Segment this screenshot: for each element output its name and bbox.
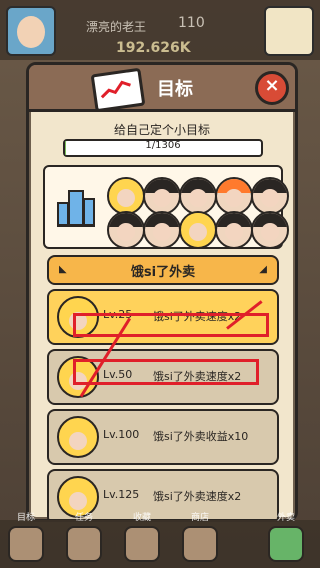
modal-title: 目标	[157, 79, 193, 100]
player-money: 192.626K	[116, 40, 191, 56]
player-name: 漂亮的老王	[86, 20, 147, 34]
nav-shop-icon[interactable]: 商店	[182, 513, 218, 562]
goal-description: 饿si了外卖收益x10	[153, 430, 249, 443]
nav-task-icon[interactable]: 任务	[66, 513, 102, 562]
nav-label: 任务	[74, 513, 93, 523]
nav-label: 外卖	[276, 513, 295, 523]
chart-board-icon	[90, 67, 146, 113]
goals-modal: 目标 × 给自己定个小目标 1/1306 ◣ 饿si了外卖 ◢ Lv.25 饿s…	[26, 62, 298, 522]
goal-progress-text: 1/1306	[145, 140, 181, 151]
category-right-marker: ◢	[259, 264, 267, 275]
characters-panel	[43, 165, 289, 249]
category-header: ◣ 饿si了外卖 ◢	[47, 255, 279, 285]
goal-progress: 1/1306	[63, 139, 263, 157]
bottom-nav: 目标 任务 收藏 商店 外卖	[0, 513, 320, 568]
nav-label: 商店	[190, 513, 209, 523]
character-avatar[interactable]	[215, 211, 253, 249]
close-button[interactable]: ×	[255, 71, 289, 105]
character-avatar[interactable]	[143, 177, 181, 215]
character-avatar[interactable]	[107, 177, 145, 215]
player-level: 110	[178, 15, 205, 31]
category-title: 饿si了外卖	[130, 265, 196, 280]
character-avatar[interactable]	[179, 177, 217, 215]
goal-level: Lv.100	[103, 428, 140, 441]
goal-item[interactable]: Lv.100 饿si了外卖收益x10	[47, 409, 279, 465]
nav-collection-icon[interactable]: 收藏	[124, 513, 160, 562]
character-avatar[interactable]	[251, 177, 289, 215]
modal-header: 目标 ×	[29, 65, 295, 113]
subtitle: 给自己定个小目标	[113, 123, 210, 137]
character-avatar[interactable]	[251, 211, 289, 249]
nav-target-icon[interactable]: 目标	[8, 513, 44, 562]
goal-description: 饿si了外卖速度x2	[153, 490, 242, 503]
building-icon	[55, 185, 97, 229]
character-avatar[interactable]	[107, 211, 145, 249]
nav-delivery-icon[interactable]: 外卖	[268, 513, 304, 562]
character-avatar[interactable]	[179, 211, 217, 249]
badge-icon[interactable]	[264, 6, 314, 56]
character-avatar[interactable]	[215, 177, 253, 215]
nav-label: 目标	[16, 513, 35, 523]
character-avatar[interactable]	[143, 211, 181, 249]
nav-label: 收藏	[132, 513, 151, 523]
top-bar: 漂亮的老王 110 192.626K	[0, 0, 320, 60]
player-avatar[interactable]	[6, 6, 56, 56]
goal-level: Lv.125	[103, 488, 140, 501]
delivery-avatar	[57, 416, 99, 458]
